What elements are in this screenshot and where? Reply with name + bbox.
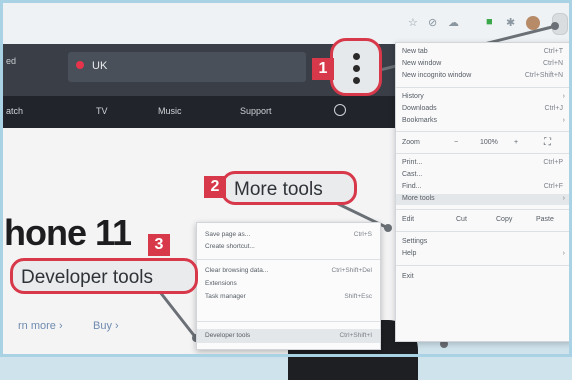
image-frame [0, 0, 572, 357]
